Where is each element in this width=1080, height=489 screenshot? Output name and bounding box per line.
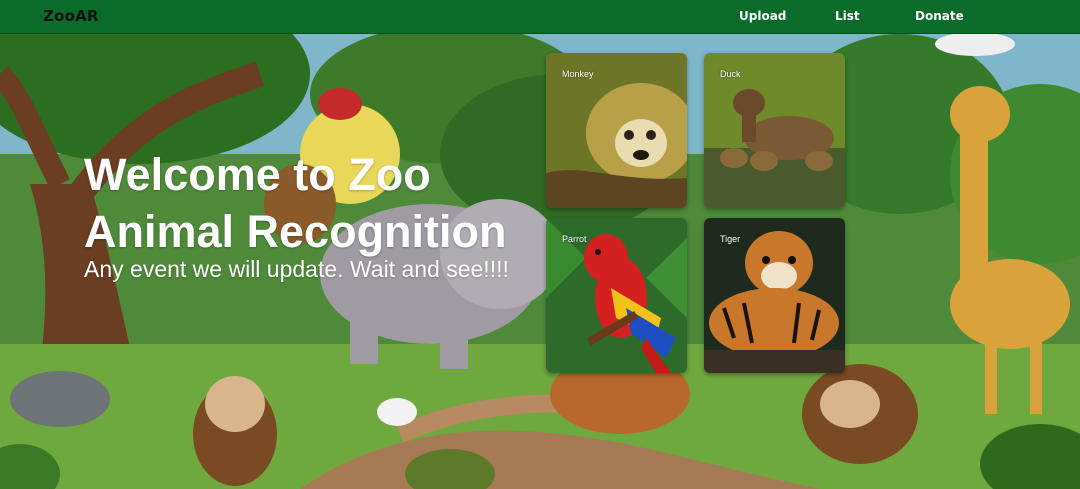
animal-card-parrot[interactable]: Parrot (546, 218, 687, 373)
nav-list-link[interactable]: List (835, 9, 860, 23)
animal-card-tiger[interactable]: Tiger (704, 218, 845, 373)
card-label-parrot: Parrot (562, 234, 587, 244)
hero-title: Welcome to Zoo Animal Recognition (84, 149, 507, 257)
card-label-duck: Duck (720, 69, 741, 79)
nav-upload-link[interactable]: Upload (739, 9, 786, 23)
animal-card-monkey[interactable]: Monkey (546, 53, 687, 208)
nav-donate-link[interactable]: Donate (915, 9, 964, 23)
brand-logo[interactable]: ZooAR (43, 7, 99, 25)
hero-subtitle: Any event we will update. Wait and see!!… (84, 256, 509, 282)
animal-card-duck[interactable]: Duck (704, 53, 845, 208)
card-label-monkey: Monkey (562, 69, 594, 79)
card-label-tiger: Tiger (720, 234, 741, 244)
top-navbar: ZooAR Upload List Donate (0, 0, 1080, 34)
